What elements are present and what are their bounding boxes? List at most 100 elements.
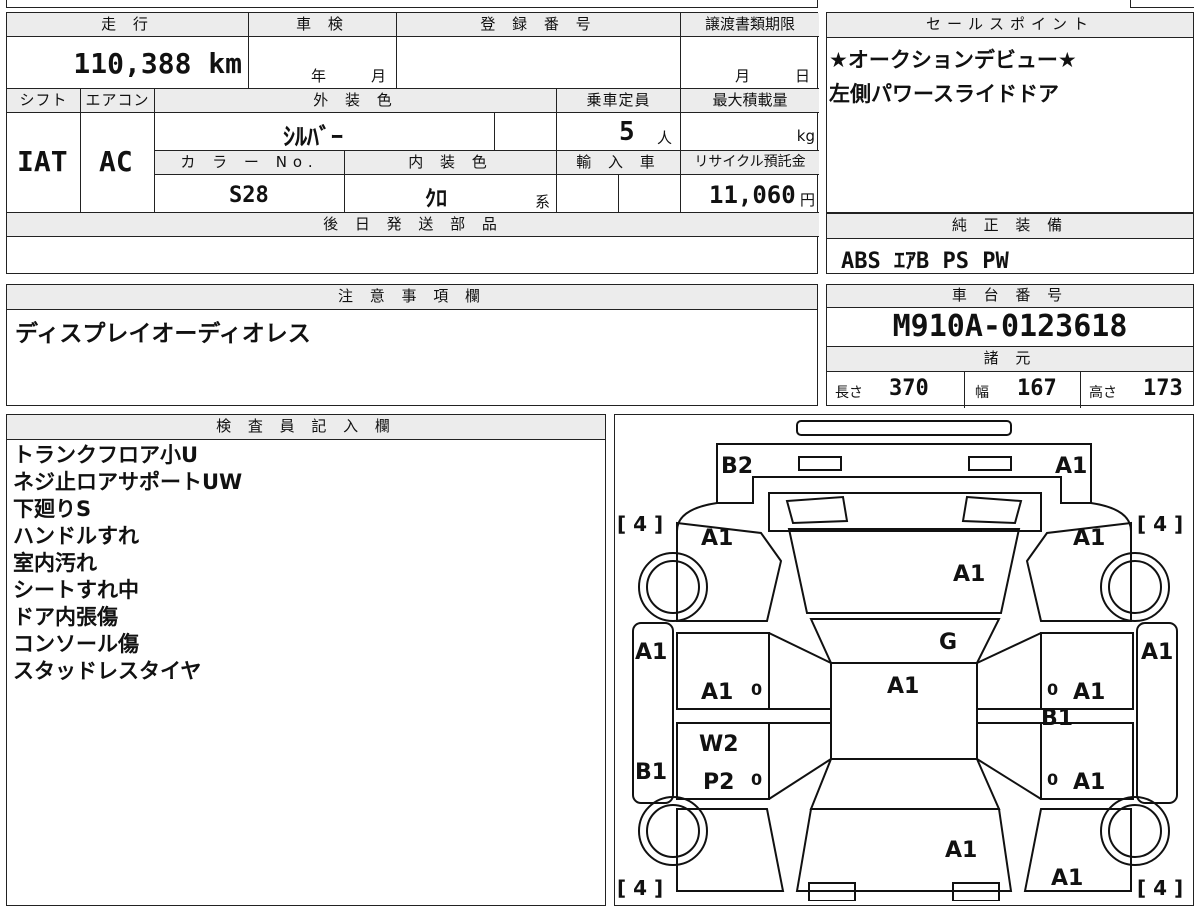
mileage-value: 110,388 km xyxy=(73,47,242,80)
top-strip xyxy=(6,0,818,8)
equipment-box: 純 正 装 備 ABS ｴｱB PS PW xyxy=(826,213,1194,274)
recycle-unit: 円 xyxy=(799,191,815,209)
mark-front-right: A1 xyxy=(1051,866,1083,891)
specs-row: 長さ 370 幅 167 高さ 173 xyxy=(827,372,1193,408)
mark-rear-left: B2 xyxy=(721,454,753,479)
rear-bumper xyxy=(796,420,1012,436)
interior-color-suffix: 系 xyxy=(535,193,551,211)
car-diagram: B2 A1 A1 A1 A1 G A1 A1 A1 A1 A1 B1 W2 B1… xyxy=(617,420,1183,901)
mark-zero: 0 xyxy=(1047,770,1058,789)
capacity-unit: 人 xyxy=(657,129,673,147)
sales-point-line-1: ★オークションデビュー★ xyxy=(829,48,1077,72)
import-cell-a xyxy=(557,175,619,213)
inspection-month: 月 xyxy=(371,67,387,85)
sales-point-box: セールスポイント ★オークションデビュー★ 左側パワースライドドア xyxy=(826,12,1194,213)
mark-zero: 0 xyxy=(751,680,762,699)
ac-value: AC xyxy=(99,145,133,178)
height-label: 高さ xyxy=(1089,385,1117,401)
mileage-cell: 110,388 km xyxy=(7,37,249,89)
inspection-cell: 年 月 xyxy=(249,37,397,89)
interior-color-value: ｸﾛ xyxy=(425,187,448,212)
chassis-header: 車 台 番 号 xyxy=(827,285,1193,308)
registration-cell xyxy=(397,37,681,89)
color-no-header: カ ラ ー No. xyxy=(155,151,345,175)
ac-header: エアコン xyxy=(81,89,155,113)
capacity-cell: 5 人 xyxy=(557,113,681,151)
transfer-day: 日 xyxy=(795,67,811,85)
mark-sill-left: B1 xyxy=(635,760,667,785)
color-no-cell: S28 xyxy=(155,175,345,213)
inspector-line: ハンドルすれ xyxy=(13,524,139,548)
mark-hood: A1 xyxy=(945,838,977,863)
length-spec: 長さ 370 xyxy=(827,372,965,408)
width-value: 167 xyxy=(1017,376,1057,401)
mark-side-right: A1 xyxy=(1141,640,1173,665)
max-load-header: 最大積載量 xyxy=(681,89,819,113)
rear-panel xyxy=(716,443,1092,504)
rear-lamp-right xyxy=(968,456,1012,471)
notes-box: 注 意 事 項 欄 ディスプレイオーディオレス xyxy=(6,284,818,406)
mark-rear-door-right: A1 xyxy=(1073,680,1105,705)
max-load-cell: kg xyxy=(681,113,819,151)
exterior-color-header: 外 装 色 xyxy=(155,89,557,113)
tire-front-right: [ 4 ] xyxy=(1137,876,1183,900)
tire-rear-right: [ 4 ] xyxy=(1137,512,1183,536)
mark-sill-right: B1 xyxy=(1041,706,1073,731)
exterior-color-cell: ｼﾙﾊﾞｰ xyxy=(155,113,495,151)
transfer-month: 月 xyxy=(735,67,751,85)
tire-rear-left: [ 4 ] xyxy=(617,512,663,536)
mark-rear-quarter-left: A1 xyxy=(701,526,733,551)
mark-front-door-left-w: W2 xyxy=(699,732,739,757)
rear-window-left xyxy=(785,495,849,525)
inspector-line: トランクフロア小U xyxy=(13,443,199,467)
transfer-header: 譲渡書類期限 xyxy=(681,13,819,37)
transfer-cell: 月 日 xyxy=(681,37,819,89)
mileage-header: 走 行 xyxy=(7,13,249,37)
inspection-year: 年 xyxy=(311,67,327,85)
vehicle-info-table: 走 行 車 検 登 録 番 号 譲渡書類期限 110,388 km 年 月 月 … xyxy=(6,12,819,274)
inspector-lines: トランクフロア小U ネジ止ロアサポートUW 下廻りS ハンドルすれ 室内汚れ シ… xyxy=(7,440,605,685)
recycle-header: リサイクル預託金 xyxy=(681,151,819,175)
capacity-value: 5 xyxy=(619,117,635,147)
front-fender-left xyxy=(676,808,785,892)
car-diagram-box: B2 A1 A1 A1 A1 G A1 A1 A1 A1 A1 B1 W2 B1… xyxy=(614,414,1194,906)
later-parts-header: 後 日 発 送 部 品 xyxy=(7,213,819,237)
shift-header: シフト xyxy=(7,89,81,113)
mark-zero: 0 xyxy=(751,770,762,789)
height-value: 173 xyxy=(1143,376,1183,401)
notes-header: 注 意 事 項 欄 xyxy=(7,285,817,310)
mark-front-door-right: A1 xyxy=(1073,770,1105,795)
wheel-front-right xyxy=(1100,796,1170,866)
rear-lamp-left xyxy=(798,456,842,471)
registration-header: 登 録 番 号 xyxy=(397,13,681,37)
mark-roof: A1 xyxy=(887,674,919,699)
wheel-rear-right xyxy=(1100,552,1170,622)
mark-rear-door-left: A1 xyxy=(701,680,733,705)
mark-rear-quarter-right: A1 xyxy=(1073,526,1105,551)
import-cell-b xyxy=(619,175,681,213)
windshield xyxy=(809,758,1001,810)
recycle-value: 11,060 xyxy=(709,181,796,209)
chassis-box: 車 台 番 号 M910A-0123618 諸 元 長さ 370 幅 167 高… xyxy=(826,284,1194,408)
specs-header: 諸 元 xyxy=(827,347,1193,372)
inspection-header: 車 検 xyxy=(249,13,397,37)
mark-rear-right: A1 xyxy=(1055,454,1087,479)
equipment-value: ABS ｴｱB PS PW xyxy=(841,249,1009,274)
tire-front-left: [ 4 ] xyxy=(617,876,663,900)
body-outline-top xyxy=(676,502,1132,532)
shift-cell: IAT xyxy=(7,113,81,213)
top-strip-right xyxy=(1130,0,1194,8)
mark-roof-g: G xyxy=(939,630,957,655)
length-label: 長さ xyxy=(835,385,863,401)
mark-rear-glass: A1 xyxy=(953,562,985,587)
inspector-header: 検 査 員 記 入 欄 xyxy=(7,415,605,440)
wheel-rear-left xyxy=(638,552,708,622)
rear-window-right xyxy=(961,495,1023,525)
inspector-line: ネジ止ロアサポートUW xyxy=(13,470,243,494)
inspector-line: スタッドレスタイヤ xyxy=(13,659,202,683)
height-spec: 高さ 173 xyxy=(1081,372,1193,408)
shift-value: IAT xyxy=(17,145,68,178)
notes-value: ディスプレイオーディオレス xyxy=(15,321,311,347)
ac-cell: AC xyxy=(81,113,155,213)
wheel-front-left xyxy=(638,796,708,866)
